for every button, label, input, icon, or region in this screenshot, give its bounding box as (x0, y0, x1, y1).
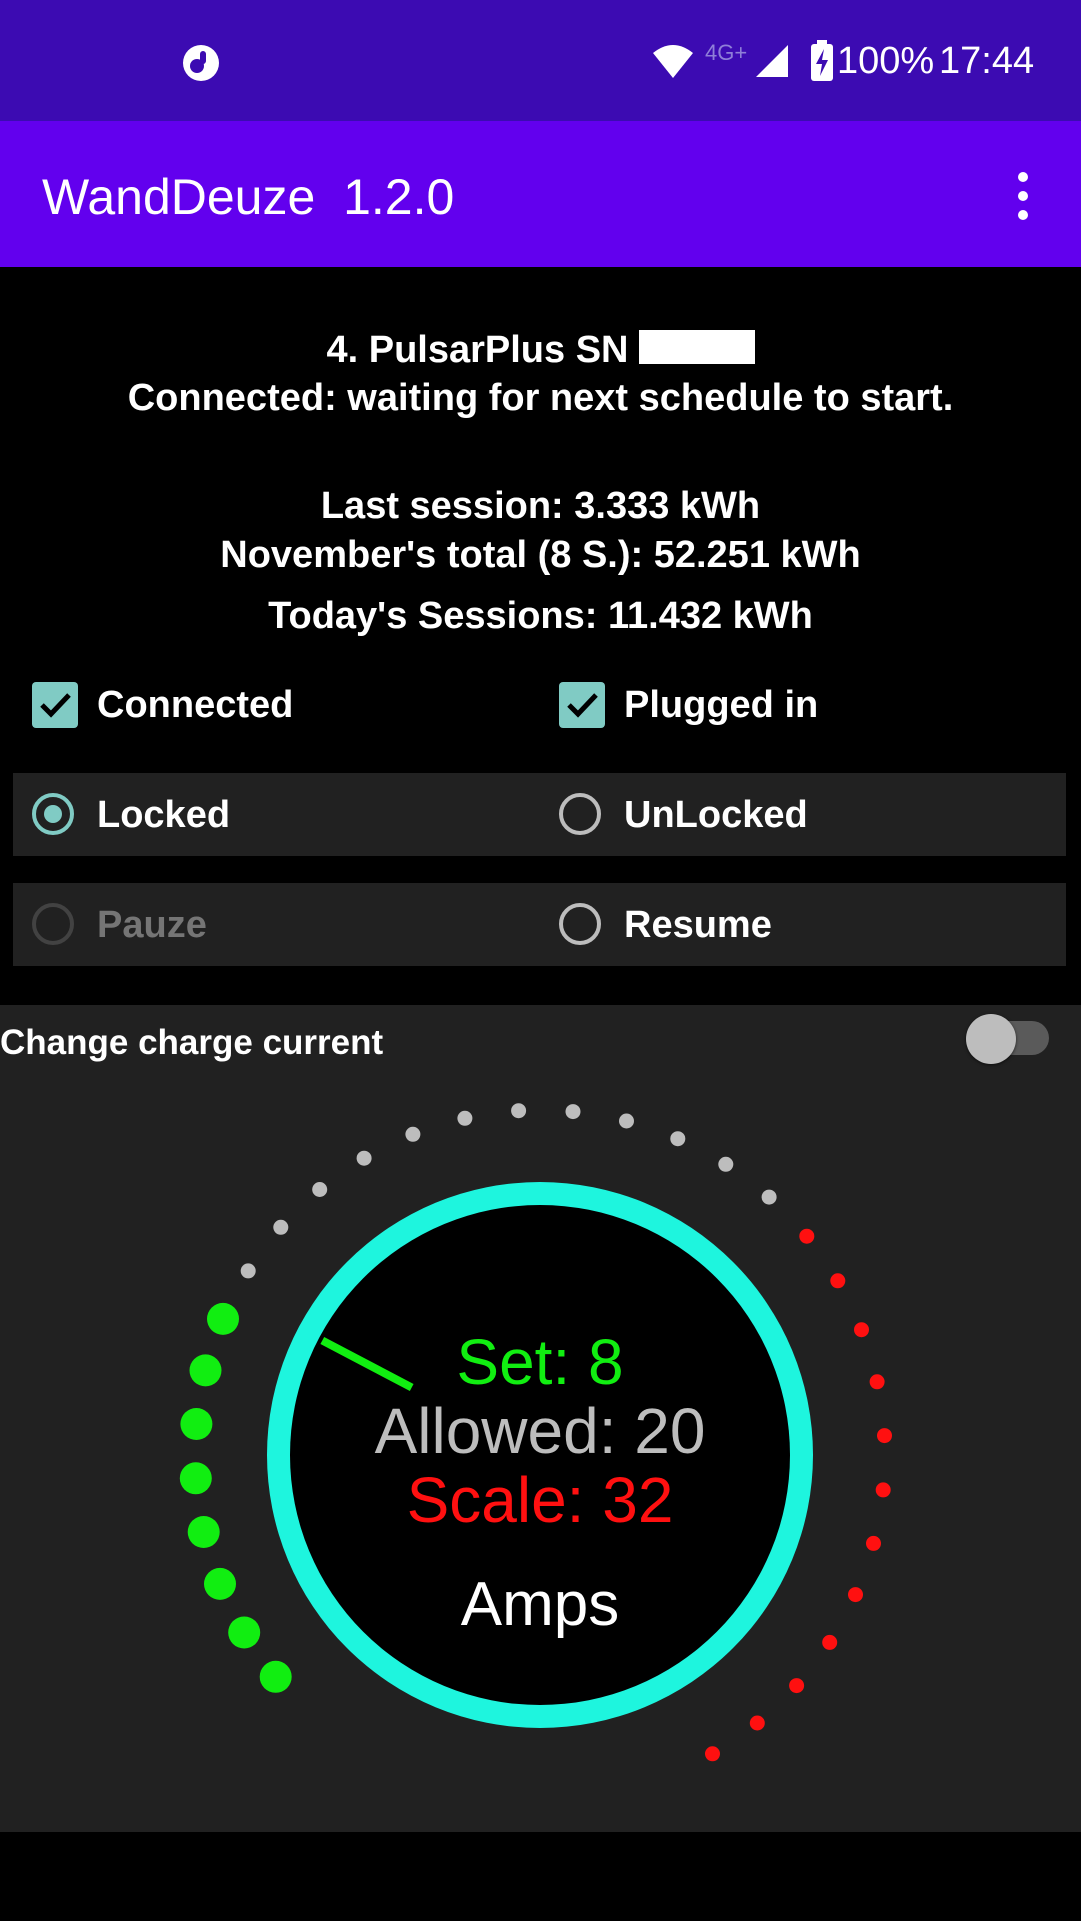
gauge-dot (179, 1462, 212, 1495)
resume-radio[interactable] (559, 903, 601, 945)
gauge-dot (457, 1110, 473, 1126)
gauge-dot (180, 1408, 213, 1440)
allowed-value: Allowed: 20 (375, 1395, 706, 1467)
locked-label: Locked (97, 794, 231, 836)
resume-label: Resume (624, 904, 772, 946)
gauge-dot (848, 1587, 863, 1603)
gauge-dot (670, 1131, 686, 1147)
battery-charging-icon (811, 40, 833, 81)
unit-label: Amps (461, 1570, 619, 1639)
plugged-in-checkbox[interactable] (559, 682, 605, 728)
gauge-dot (799, 1228, 815, 1244)
charger-name: 4. PulsarPlus SN (326, 329, 629, 371)
pauze-radio[interactable] (32, 903, 74, 945)
scale-value: Scale: 32 (407, 1464, 674, 1536)
change-current-label: Change charge current (0, 1023, 384, 1062)
pauze-label: Pauze (97, 904, 207, 946)
gauge-dot (866, 1535, 881, 1551)
current-gauge[interactable]: Set: 8 Allowed: 20 Scale: 32 Amps (0, 1080, 1081, 1780)
gauge-dot (204, 1567, 236, 1600)
clock: 17:44 (939, 40, 1035, 82)
app-title: WandDeuze 1.2.0 (42, 169, 455, 225)
connected-label: Connected (97, 684, 294, 726)
set-value: Set: 8 (456, 1326, 623, 1398)
gauge-dot (705, 1746, 720, 1762)
wifi-icon (653, 45, 693, 78)
gauge-dot (749, 1715, 765, 1731)
today-sessions: Today's Sessions: 11.432 kWh (268, 595, 813, 637)
gauge-dot (312, 1182, 328, 1197)
gauge-dot (789, 1678, 805, 1694)
locked-radio[interactable] (32, 793, 74, 835)
gauge-dot (187, 1516, 220, 1548)
signal-icon (756, 45, 788, 77)
change-current-switch-thumb[interactable] (966, 1014, 1016, 1064)
gauge-dot (875, 1482, 891, 1498)
gauge-dot (869, 1374, 885, 1390)
gauge-dot (854, 1322, 869, 1338)
gauge-dot (830, 1273, 846, 1289)
gauge-dot (273, 1219, 289, 1235)
gauge-dot (822, 1634, 838, 1650)
gauge-dot (189, 1354, 222, 1387)
gauge-dot (356, 1150, 372, 1166)
gauge-dot (405, 1126, 421, 1142)
connected-checkbox[interactable] (32, 682, 78, 728)
unlocked-label: UnLocked (624, 794, 808, 836)
plugged-in-label: Plugged in (624, 684, 819, 726)
app-notification-icon (183, 45, 219, 81)
gauge-dot (240, 1263, 256, 1279)
gauge-dot (761, 1189, 777, 1205)
gauge-dot (228, 1616, 261, 1649)
redacted-serial (638, 330, 755, 364)
battery-percent: 100% (837, 40, 935, 82)
last-session: Last session: 3.333 kWh (320, 485, 761, 527)
gauge-dot (565, 1104, 581, 1120)
month-total: November's total (8 S.): 52.251 kWh (220, 534, 861, 576)
gauge-dot (207, 1302, 239, 1335)
unlocked-radio[interactable] (559, 793, 601, 835)
gauge-dot (877, 1428, 892, 1444)
charger-name-row: 4. PulsarPlus SN (0, 327, 1081, 373)
charger-status: Connected: waiting for next schedule to … (127, 377, 954, 419)
overflow-menu-icon[interactable] (1000, 168, 1044, 224)
network-type: 4G+ (705, 40, 748, 65)
gauge-dot (718, 1156, 734, 1172)
gauge-dot (511, 1103, 527, 1119)
gauge-dot (619, 1113, 634, 1129)
gauge-dot (259, 1660, 292, 1693)
